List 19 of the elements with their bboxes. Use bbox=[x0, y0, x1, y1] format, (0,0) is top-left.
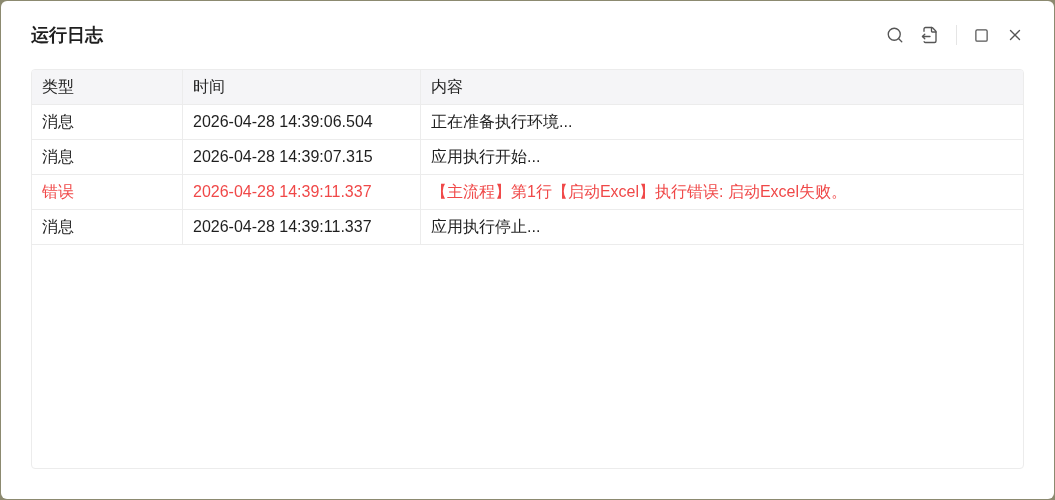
maximize-icon[interactable] bbox=[974, 27, 989, 43]
table-cell: 消息 bbox=[32, 105, 183, 139]
table-cell: 2026-04-28 14:39:11.337 bbox=[183, 175, 421, 209]
table-cell: 2026-04-28 14:39:11.337 bbox=[183, 210, 421, 244]
table-cell: 2026-04-28 14:39:06.504 bbox=[183, 105, 421, 139]
table-cell: 错误 bbox=[32, 175, 183, 209]
table-cell-text: 应用执行开始... bbox=[430, 147, 542, 167]
table-cell-text: 【主流程】第1行【启动Excel】执行错误: 启动Excel失败。 bbox=[430, 182, 849, 202]
window-title: 运行日志 bbox=[31, 23, 103, 47]
column-header: 类型 bbox=[32, 70, 183, 104]
table-cell: 2026-04-28 14:39:07.315 bbox=[183, 140, 421, 174]
table-cell: 消息 bbox=[32, 140, 183, 174]
column-header: 时间 bbox=[183, 70, 421, 104]
table-cell-text: 正在准备执行环境... bbox=[430, 112, 574, 132]
table-cell: 消息 bbox=[32, 210, 183, 244]
search-icon[interactable] bbox=[886, 26, 904, 44]
table-cell-text: 应用执行停止... bbox=[430, 217, 542, 237]
column-header: 内容 bbox=[430, 77, 464, 97]
export-icon[interactable] bbox=[921, 26, 939, 44]
